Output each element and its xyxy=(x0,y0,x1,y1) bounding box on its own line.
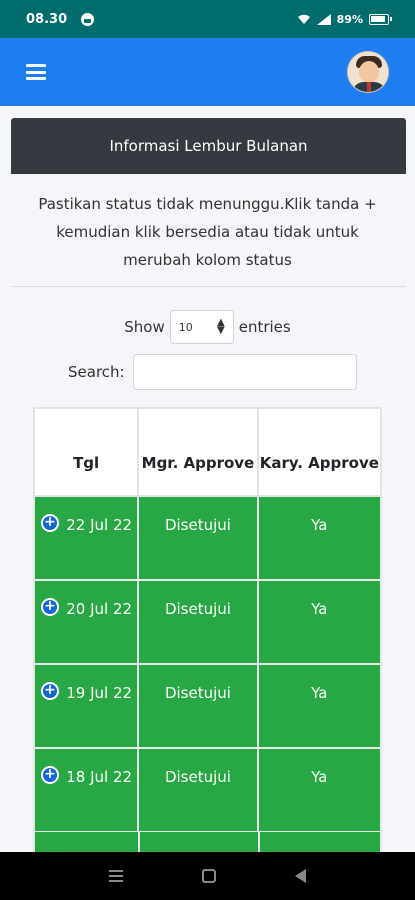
table-row-partial xyxy=(33,832,382,852)
avatar[interactable] xyxy=(347,51,389,93)
back-icon[interactable] xyxy=(294,869,306,883)
table-row[interactable]: + 18 Jul 22 Disetujui Ya xyxy=(32,747,383,833)
show-entries-row: Show 10 ▲ ▼ entries xyxy=(0,310,415,344)
cell-tgl-text: 22 Jul 22 xyxy=(66,516,133,534)
cell-tgl: + 20 Jul 22 xyxy=(32,579,140,665)
wifi-icon xyxy=(297,14,310,24)
plus-circle-icon[interactable]: + xyxy=(41,598,59,616)
cell-tgl: + 18 Jul 22 xyxy=(32,747,140,833)
cell-mgr: Disetujui xyxy=(137,579,259,665)
cell-tgl: + 19 Jul 22 xyxy=(32,663,140,749)
entries-label: entries xyxy=(238,318,291,336)
header-tgl[interactable]: Tgl xyxy=(32,407,140,497)
cell-kary: Ya xyxy=(256,495,383,581)
entries-value: 10 xyxy=(178,320,193,334)
table-row[interactable]: + 20 Jul 22 Disetujui Ya xyxy=(32,579,383,665)
home-icon[interactable] xyxy=(201,869,216,883)
android-nav-bar xyxy=(0,852,415,900)
entries-select[interactable]: 10 ▲ ▼ xyxy=(169,310,234,344)
search-input[interactable] xyxy=(132,354,357,390)
cell-tgl: + 22 Jul 22 xyxy=(32,495,140,581)
status-right-group: 89% xyxy=(297,12,392,26)
search-row: Search: xyxy=(68,354,357,390)
recent-apps-icon[interactable] xyxy=(109,870,124,882)
battery-icon xyxy=(369,13,392,25)
status-time: 08.30 xyxy=(26,11,68,27)
table-row[interactable]: + 22 Jul 22 Disetujui Ya xyxy=(32,495,383,581)
cell-tgl-text: 20 Jul 22 xyxy=(66,600,133,618)
signal-icon xyxy=(316,13,331,25)
cell-kary: Ya xyxy=(256,579,383,665)
cell-tgl-text: 19 Jul 22 xyxy=(66,684,133,702)
plus-circle-icon[interactable]: + xyxy=(41,766,59,784)
battery-percent: 89% xyxy=(336,12,363,26)
headphone-icon xyxy=(81,12,95,26)
divider xyxy=(11,286,406,287)
header-mgr-approve[interactable]: Mgr. Approve xyxy=(137,407,259,497)
cell-tgl-text: 18 Jul 22 xyxy=(66,768,133,786)
plus-circle-icon[interactable]: + xyxy=(41,682,59,700)
plus-circle-icon[interactable]: + xyxy=(41,514,59,532)
cell-kary: Ya xyxy=(256,663,383,749)
info-text: Pastikan status tidak menunggu.Klik tand… xyxy=(38,195,377,269)
top-navbar xyxy=(0,38,415,106)
cell-mgr: Disetujui xyxy=(137,495,259,581)
status-bar: 08.30 89% xyxy=(0,0,415,38)
table-header-row: Tgl Mgr. Approve Kary. Approve xyxy=(32,407,383,497)
header-kary-approve[interactable]: Kary. Approve xyxy=(256,407,383,497)
cell-kary: Ya xyxy=(256,747,383,833)
overtime-table: Tgl Mgr. Approve Kary. Approve + 22 Jul … xyxy=(32,407,383,833)
show-label: Show xyxy=(124,318,165,336)
select-caret-icon: ▲ ▼ xyxy=(217,317,225,336)
search-label: Search: xyxy=(68,363,125,381)
table-row[interactable]: + 19 Jul 22 Disetujui Ya xyxy=(32,663,383,749)
cell-mgr: Disetujui xyxy=(137,663,259,749)
cell-mgr: Disetujui xyxy=(137,747,259,833)
card-title: Informasi Lembur Bulanan xyxy=(11,118,406,174)
hamburger-icon[interactable] xyxy=(26,64,46,80)
